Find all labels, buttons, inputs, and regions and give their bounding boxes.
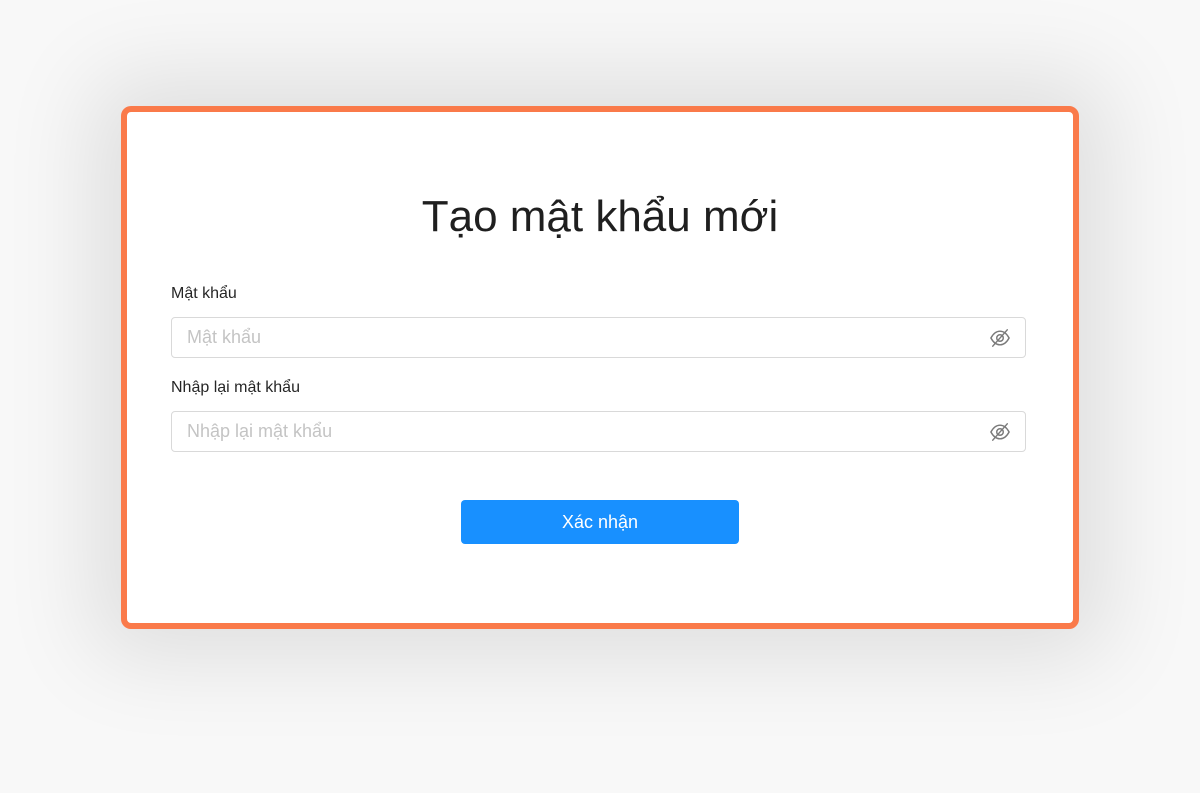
password-field-wrapper [171,317,1026,358]
eye-off-icon[interactable] [989,328,1011,348]
confirm-password-field-wrapper [171,411,1026,452]
create-password-card: Tạo mật khẩu mới Mật khẩu Nhập lại mật k… [121,106,1079,629]
page-title: Tạo mật khẩu mới [421,192,779,241]
confirm-password-label: Nhập lại mật khẩu [171,379,300,396]
confirm-password-input[interactable] [187,412,977,451]
password-input[interactable] [187,318,977,357]
password-label: Mật khẩu [171,285,237,302]
eye-off-icon[interactable] [989,422,1011,442]
submit-button[interactable]: Xác nhận [461,500,739,544]
